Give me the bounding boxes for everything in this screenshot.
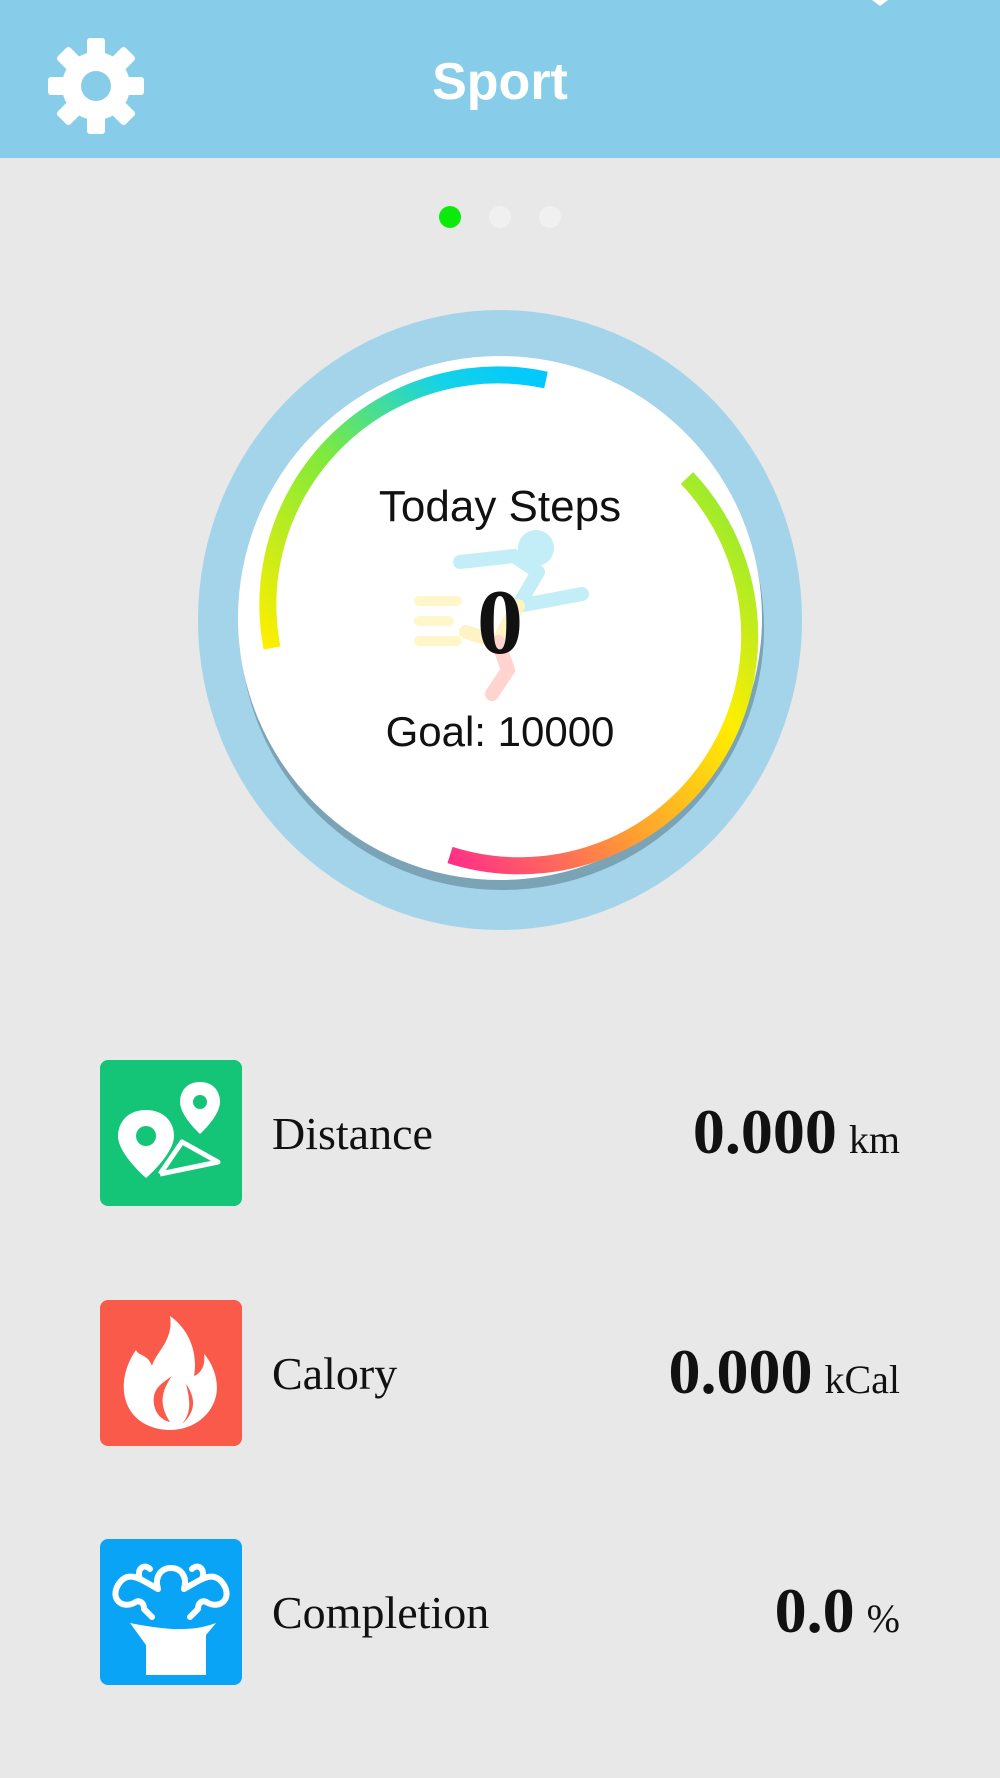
completion-row: Completion 0.0% (100, 1539, 900, 1685)
completion-label: Completion (272, 1587, 490, 1638)
distance-value-group: 0.000 km (693, 1096, 900, 1176)
app-header: Sport (0, 0, 1000, 158)
page-dot-3[interactable] (539, 206, 561, 228)
steps-ring[interactable]: Today Steps 0 Goal: 10000 (198, 310, 802, 930)
completion-value: 0.0 (774, 1575, 855, 1646)
calory-value: 0.000 (668, 1336, 813, 1407)
flame-icon (100, 1300, 242, 1446)
corner-indicator (872, 0, 888, 6)
calory-label: Calory (272, 1348, 398, 1399)
distance-label: Distance (272, 1108, 433, 1159)
distance-row: Distance 0.000 km (100, 1060, 900, 1206)
distance-unit: km (848, 1117, 900, 1162)
page-dot-2[interactable] (489, 206, 511, 228)
steps-goal: Goal: 10000 (385, 708, 615, 755)
map-pin-route-icon (100, 1060, 242, 1206)
calory-unit: kCal (824, 1357, 900, 1402)
page-indicator[interactable] (0, 206, 1000, 230)
page-dot-1[interactable] (439, 206, 461, 228)
muscle-person-icon (100, 1539, 242, 1685)
steps-count: 0 (477, 571, 523, 673)
calory-row: Calory 0.000 kCal (100, 1300, 900, 1446)
calory-value-group: 0.000 kCal (668, 1336, 900, 1416)
today-steps-label: Today Steps (378, 482, 622, 531)
completion-unit: % (866, 1596, 900, 1641)
completion-value-group: 0.0% (775, 1575, 900, 1655)
page-title: Sport (432, 53, 568, 111)
distance-value: 0.000 (692, 1096, 837, 1167)
